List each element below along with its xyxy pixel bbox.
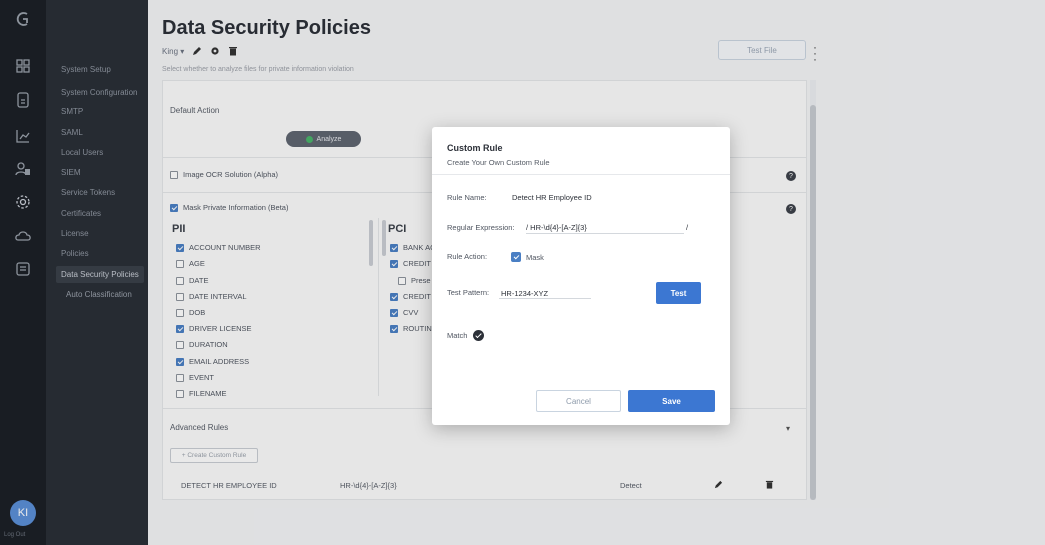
- rule-name-label: Rule Name:: [447, 193, 487, 202]
- rule-name-input[interactable]: Detect HR Employee ID: [512, 193, 592, 202]
- regex-input[interactable]: / HR-\d{4}-[A-Z]{3}: [526, 223, 587, 232]
- regex-label: Regular Expression:: [447, 223, 515, 232]
- check-circle-icon: [473, 330, 484, 341]
- modal-divider: [432, 174, 730, 175]
- rule-action-label: Rule Action:: [447, 252, 488, 261]
- custom-rule-modal: Custom Rule Create Your Own Custom Rule …: [432, 127, 730, 425]
- mask-action-checkbox[interactable]: [511, 252, 521, 262]
- regex-close-delimiter: /: [686, 223, 689, 232]
- test-pattern-input[interactable]: HR-1234-XYZ: [501, 289, 548, 298]
- test-pattern-underline: [499, 298, 591, 299]
- save-button[interactable]: Save: [628, 390, 715, 412]
- test-pattern-label: Test Pattern:: [447, 288, 490, 297]
- regex-input-underline: [526, 233, 684, 234]
- test-button[interactable]: Test: [656, 282, 701, 304]
- modal-subtitle: Create Your Own Custom Rule: [447, 158, 550, 167]
- cancel-button[interactable]: Cancel: [536, 390, 621, 412]
- mask-action-option[interactable]: Mask: [511, 252, 544, 262]
- match-label: Match: [447, 331, 468, 340]
- modal-title: Custom Rule: [447, 143, 503, 153]
- mask-action-label: Mask: [526, 252, 544, 262]
